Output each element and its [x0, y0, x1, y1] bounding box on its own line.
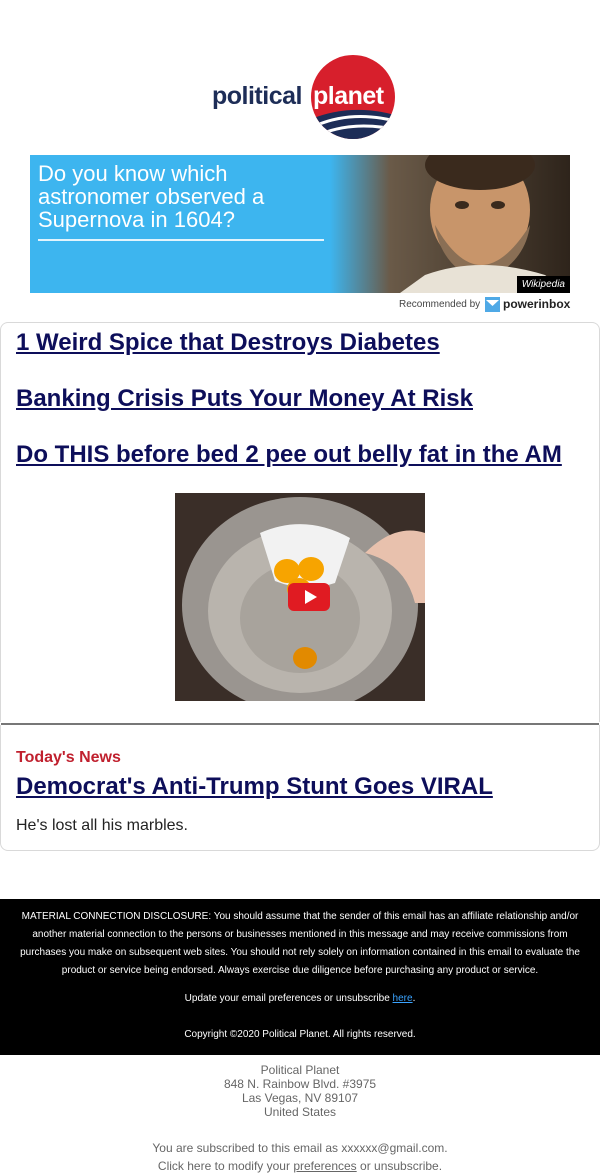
video-thumbnail[interactable] [175, 493, 425, 701]
logo-word-political: political [212, 82, 302, 110]
powerinbox-brand: powerinbox [503, 297, 571, 311]
update-prefix: Update your email preferences or unsubsc… [184, 993, 393, 1004]
copyright: Copyright ©2020 Political Planet. All ri… [184, 1029, 416, 1040]
update-suffix: . [412, 993, 416, 1004]
headline-link[interactable]: Banking Crisis Puts Your Money At Risk [16, 385, 473, 413]
logo-circle: planet [311, 55, 395, 139]
modify-preferences-line: Click here to modify your preferences or… [0, 1157, 600, 1175]
preferences-link[interactable]: preferences [293, 1159, 356, 1173]
city-state-zip: Las Vegas, NV 89107 [241, 1091, 359, 1105]
headline-link[interactable]: Do THIS before bed 2 pee out belly fat i… [16, 441, 562, 469]
subscribed-email-line: You are subscribed to this email as xxxx… [152, 1141, 448, 1155]
modify-prefix: Click here to modify your [157, 1159, 294, 1173]
material-connection-disclosure: MATERIAL CONNECTION DISCLOSURE: You shou… [20, 911, 580, 976]
street-address: 848 N. Rainbow Blvd. #3975 [223, 1077, 377, 1091]
subscription-info: You are subscribed to this email as xxxx… [0, 1139, 600, 1175]
section-label: Today's News [16, 749, 121, 766]
astronomer-portrait-image [330, 155, 570, 293]
ad-image-credit: Wikipedia [516, 276, 570, 293]
ad-banner[interactable]: Do you know which astronomer observed a … [30, 155, 570, 293]
footer-disclosure-block: MATERIAL CONNECTION DISCLOSURE: You shou… [0, 899, 600, 1055]
powerinbox-icon [485, 297, 500, 312]
recommended-label: Recommended by [399, 299, 481, 310]
company-name: Political Planet [260, 1063, 340, 1077]
story-teaser: He's lost all his marbles. [16, 817, 188, 834]
unsubscribe-here-link[interactable]: here [393, 993, 413, 1004]
brand-logo[interactable]: political planet [0, 52, 600, 142]
update-preferences-line: Update your email preferences or unsubsc… [0, 990, 600, 1008]
logo-swoosh-icon [311, 109, 395, 139]
ad-divider [38, 239, 324, 241]
modify-suffix: or unsubscribe. [356, 1159, 443, 1173]
postal-address: Political Planet 848 N. Rainbow Blvd. #3… [0, 1063, 600, 1119]
play-icon[interactable] [288, 583, 330, 611]
headline-link[interactable]: 1 Weird Spice that Destroys Diabetes [16, 329, 440, 357]
recommended-by[interactable]: Recommended by powerinbox [399, 297, 571, 313]
ad-question: Do you know which astronomer observed a … [38, 161, 265, 232]
story-title-link[interactable]: Democrat's Anti-Trump Stunt Goes VIRAL [16, 773, 493, 801]
country: United States [263, 1105, 337, 1119]
